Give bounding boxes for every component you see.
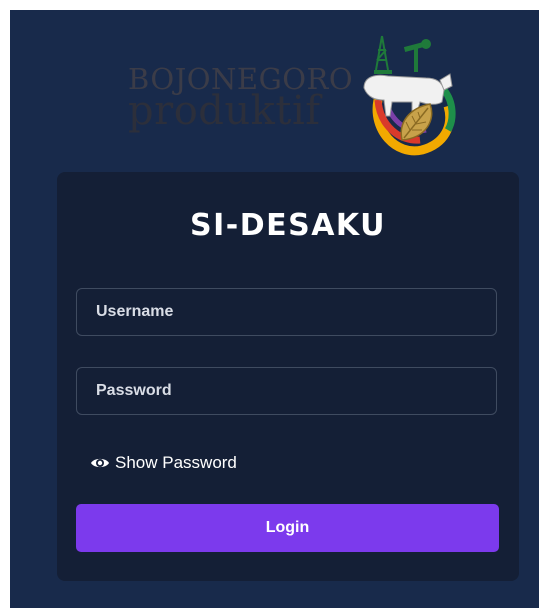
app-title: SI-DESAKU (189, 208, 387, 243)
login-button[interactable]: Login (76, 504, 499, 552)
logo-emblem-icon (363, 35, 456, 156)
show-password-toggle[interactable]: Show Password (90, 452, 237, 474)
password-input[interactable] (76, 367, 497, 415)
show-password-label: Show Password (115, 453, 237, 472)
username-input[interactable] (76, 288, 497, 336)
eye-icon (91, 458, 109, 468)
login-card: SI-DESAKU Show Password Login (57, 172, 519, 581)
bojonegoro-produktif-logo: BOJONEGORO produktif (128, 30, 458, 158)
logo-text-produktif: produktif (128, 88, 321, 134)
